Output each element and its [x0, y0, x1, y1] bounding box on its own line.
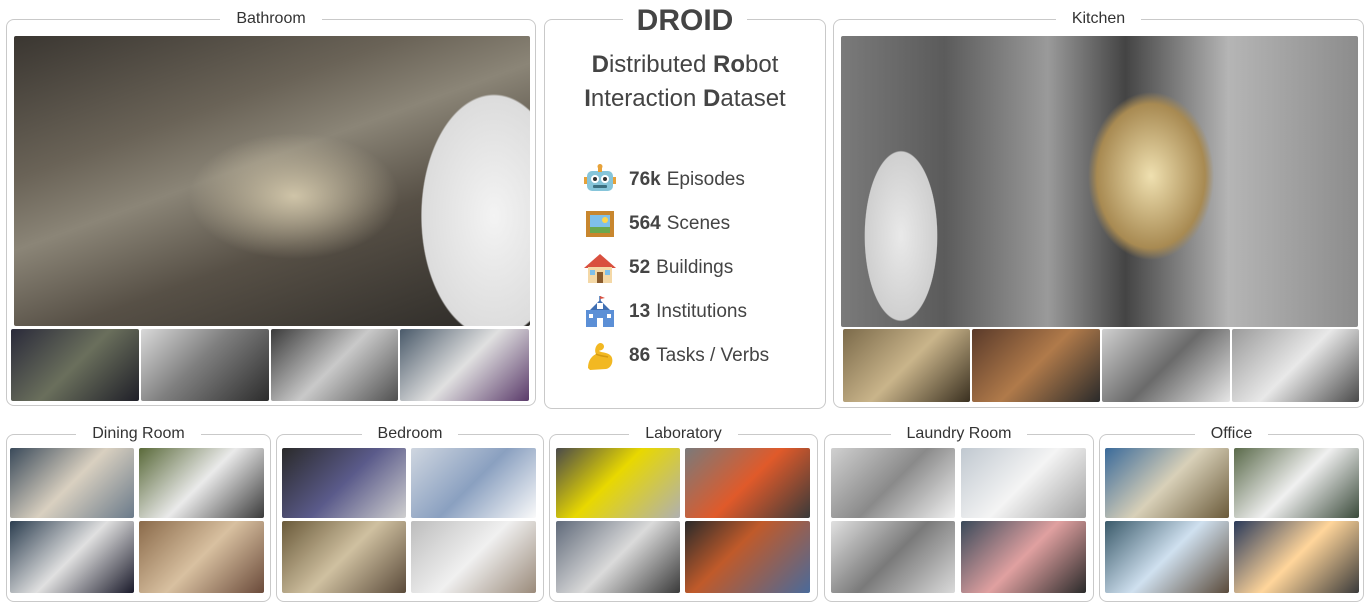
- stat-institutions: 13 Institutions: [583, 290, 769, 334]
- dining-room-title: Dining Room: [76, 425, 201, 442]
- laundry-thumb-3: [831, 521, 955, 593]
- kitchen-main-image: [841, 36, 1358, 327]
- bedroom-thumb-3: [282, 521, 406, 593]
- stat-scenes-value: 564: [629, 213, 661, 234]
- bedroom-thumb-2: [411, 448, 536, 518]
- laboratory-title: Laboratory: [629, 425, 738, 442]
- stat-institutions-value: 13: [629, 301, 651, 322]
- kitchen-thumb-4: [1232, 329, 1359, 402]
- office-thumb-4: [1234, 521, 1359, 593]
- laundry-thumb-2: [961, 448, 1086, 518]
- subtitle-segment: D: [703, 85, 721, 112]
- subtitle-segment: I: [584, 85, 591, 112]
- droid-title: DROID: [622, 4, 748, 37]
- subtitle-segment: ataset: [720, 85, 786, 112]
- dining-thumb-2: [139, 448, 264, 518]
- stat-episodes: 76k Episodes: [583, 158, 769, 202]
- stat-episodes-label: Episodes: [666, 169, 745, 190]
- lab-thumb-4: [685, 521, 810, 593]
- subtitle-line-2: Interaction Dataset: [545, 82, 825, 116]
- bathroom-thumb-3: [271, 329, 398, 401]
- stat-buildings-value: 52: [629, 257, 651, 278]
- laundry-thumb-4: [961, 521, 1086, 593]
- stat-tasks-value: 86: [629, 345, 651, 366]
- subtitle-segment: nteraction: [590, 85, 703, 112]
- office-thumb-2: [1234, 448, 1359, 518]
- house-icon: [583, 251, 617, 285]
- laundry-thumb-1: [831, 448, 955, 518]
- laboratory-panel: Laboratory: [549, 425, 818, 602]
- bedroom-panel: Bedroom: [276, 425, 544, 602]
- subtitle-segment: istributed: [608, 51, 714, 78]
- subtitle-segment: D: [591, 51, 609, 78]
- laundry-room-title: Laundry Room: [890, 425, 1028, 442]
- kitchen-panel: Kitchen: [833, 10, 1364, 408]
- kitchen-thumb-2: [972, 329, 1100, 402]
- lab-thumb-3: [556, 521, 680, 593]
- stat-institutions-label: Institutions: [656, 301, 747, 322]
- office-panel: Office: [1099, 425, 1364, 602]
- robot-icon: [583, 163, 617, 197]
- stat-tasks-label: Tasks / Verbs: [656, 345, 770, 366]
- stats-list: 76k Episodes 564 Scenes 52 Buildings 13 …: [583, 158, 769, 378]
- subtitle-segment: bot: [745, 51, 779, 78]
- dining-room-panel: Dining Room: [6, 425, 271, 602]
- bathroom-thumb-2: [141, 329, 269, 401]
- stat-buildings-label: Buildings: [656, 257, 734, 278]
- bathroom-thumb-1: [11, 329, 139, 401]
- kitchen-thumb-1: [843, 329, 970, 402]
- laundry-room-panel: Laundry Room: [824, 425, 1094, 602]
- bathroom-thumb-4: [400, 329, 529, 401]
- subtitle-line-1: Distributed Robot: [545, 48, 825, 82]
- droid-summary-card: DROID Distributed Robot Interaction Data…: [544, 4, 826, 409]
- droid-subtitle: Distributed Robot Interaction Dataset: [545, 48, 825, 116]
- dining-thumb-3: [10, 521, 134, 593]
- office-title: Office: [1194, 425, 1269, 442]
- stat-scenes: 564 Scenes: [583, 202, 769, 246]
- dining-thumb-4: [139, 521, 264, 593]
- dining-thumb-1: [10, 448, 134, 518]
- office-thumb-1: [1105, 448, 1229, 518]
- stat-tasks: 86 Tasks / Verbs: [583, 334, 769, 378]
- flexed-biceps-icon: [583, 339, 617, 373]
- kitchen-title: Kitchen: [1055, 10, 1142, 27]
- stat-episodes-value: 76k: [629, 169, 661, 190]
- office-thumb-3: [1105, 521, 1229, 593]
- school-building-icon: [583, 295, 617, 329]
- bathroom-main-image: [14, 36, 530, 326]
- lab-thumb-1: [556, 448, 680, 518]
- bedroom-thumb-1: [282, 448, 406, 518]
- kitchen-thumb-3: [1102, 329, 1230, 402]
- stat-scenes-label: Scenes: [666, 213, 731, 234]
- stat-buildings: 52 Buildings: [583, 246, 769, 290]
- framed-picture-icon: [583, 207, 617, 241]
- bathroom-title: Bathroom: [220, 10, 322, 27]
- bathroom-panel: Bathroom: [6, 10, 536, 406]
- bedroom-thumb-4: [411, 521, 536, 593]
- bedroom-title: Bedroom: [361, 425, 459, 442]
- subtitle-segment: Ro: [713, 51, 746, 78]
- lab-thumb-2: [685, 448, 810, 518]
